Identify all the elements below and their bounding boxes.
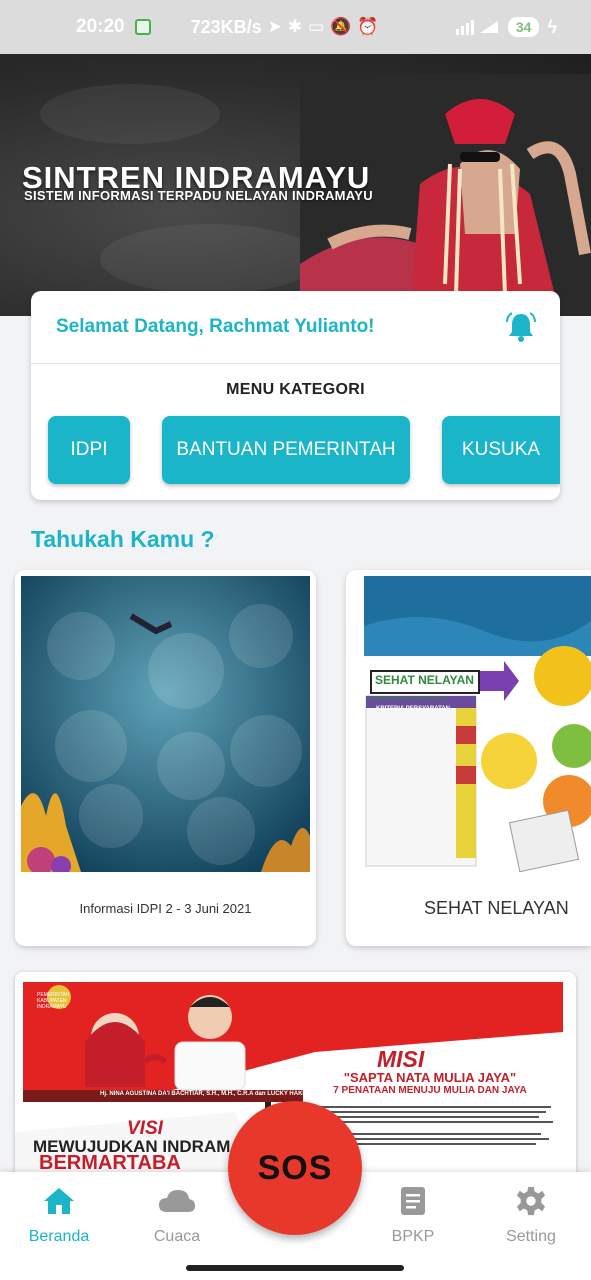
nav-item-setting[interactable]: Setting: [476, 1186, 586, 1246]
section-title: Tahukah Kamu ?: [31, 526, 215, 552]
cloud-icon: [159, 1190, 195, 1212]
mission-leaders: Hj. NINA AGUSTINA DA'I BACHTIAR, S.H., M…: [100, 1091, 310, 1097]
menu-category-row: IDPI BANTUAN PEMERINTAH KUSUKA: [31, 416, 560, 488]
sos-button[interactable]: SOS: [228, 1101, 362, 1235]
menu-category-title: MENU KATEGORI: [226, 381, 365, 398]
hero-banner: SINTREN INDRAMAYU SISTEM INFORMASI TERPA…: [0, 54, 591, 316]
status-time: 20:20: [76, 16, 125, 37]
nav-item-beranda[interactable]: Beranda: [4, 1186, 114, 1246]
smoke-decoration: [40, 84, 220, 144]
menu-button-kusuka[interactable]: KUSUKA: [442, 416, 560, 484]
battery-area: 34 ϟ: [454, 17, 557, 38]
mission-header: PEMERINTAH KABUPATEN INDRAMAYU: [37, 992, 70, 1010]
welcome-row: Selamat Datang, Rachmat Yulianto!: [31, 291, 560, 364]
document-icon: [401, 1187, 425, 1215]
nav-item-bpkp[interactable]: BPKP: [358, 1186, 468, 1246]
status-icons: ➤✱▭🔕⏰: [267, 17, 385, 36]
menu-button-bantuan-pemerintah[interactable]: BANTUAN PEMERINTAH: [162, 416, 410, 484]
nav-label: BPKP: [391, 1228, 435, 1245]
poster-title: SEHAT NELAYAN: [375, 673, 474, 687]
gear-icon: [516, 1186, 546, 1216]
nav-label: Setting: [506, 1228, 556, 1245]
charging-icon: ϟ: [547, 16, 557, 37]
card-caption: Informasi IDPI 2 - 3 Juni 2021: [79, 901, 252, 916]
card-caption: SEHAT NELAYAN: [424, 898, 569, 918]
bell-icon[interactable]: [504, 310, 538, 344]
idpi-info-image: [21, 576, 310, 872]
smoke-decoration: [100, 224, 320, 294]
welcome-card: Selamat Datang, Rachmat Yulianto! MENU K…: [31, 291, 560, 500]
battery-level: 34: [507, 17, 540, 37]
misi-title: MISI: [377, 1046, 425, 1072]
nav-label: Cuaca: [153, 1228, 201, 1245]
misi-subtitle: "SAPTA NATA MULIA JAYA": [343, 1070, 517, 1085]
poster-subtitle: Sertifikat Hak Atas Tanah Nelayan: [370, 696, 446, 702]
app-subtitle: SISTEM INFORMASI TERPADU NELAYAN INDRAMA…: [24, 188, 373, 203]
sehat-nelayan-poster: SEHAT NELAYAN Sertifikat Hak Atas Tanah …: [364, 576, 591, 872]
home-indicator[interactable]: [186, 1265, 404, 1271]
welcome-greeting: Selamat Datang, Rachmat Yulianto!: [56, 316, 375, 337]
home-icon: [44, 1188, 74, 1214]
poster-table-header: KRITERIA PERSYARATAN: [375, 706, 450, 712]
sehat-nelayan-poster-graphic: [364, 576, 591, 872]
poster-title-box: SEHAT NELAYAN: [370, 670, 480, 694]
notification-app-icon: [134, 19, 151, 35]
menu-button-idpi[interactable]: IDPI: [48, 416, 130, 484]
misi-subtitle-2: 7 PENATAAN MENUJU MULIA DAN JAYA: [333, 1085, 527, 1096]
info-card-idpi[interactable]: Informasi IDPI 2 - 3 Juni 2021: [15, 570, 316, 946]
nav-item-cuaca[interactable]: Cuaca: [122, 1186, 232, 1246]
status-bar: 20:20 723KB/s ➤✱▭🔕⏰ 34 ϟ: [0, 0, 591, 54]
info-card-sehat-nelayan[interactable]: SEHAT NELAYAN Sertifikat Hak Atas Tanah …: [346, 570, 591, 946]
signal-icon: [455, 20, 498, 35]
network-speed: 723KB/s: [190, 16, 262, 37]
nav-label: Beranda: [28, 1228, 90, 1245]
